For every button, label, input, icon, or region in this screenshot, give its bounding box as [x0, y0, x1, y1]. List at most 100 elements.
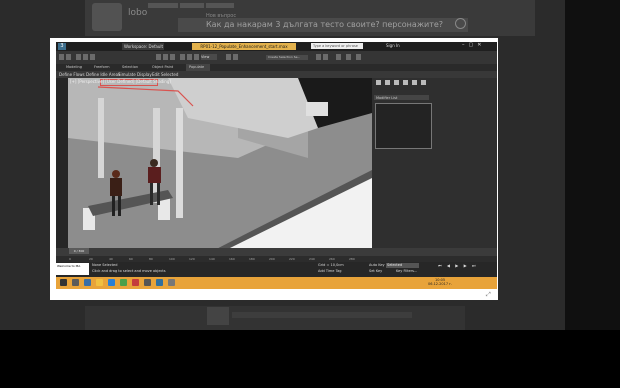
motion-tab-icon[interactable]: [403, 80, 408, 85]
maxscript-listener[interactable]: Welcome to MA: [56, 263, 89, 275]
display-button[interactable]: Display: [137, 72, 152, 77]
person-body: [110, 178, 122, 196]
add-time-tag-button[interactable]: Add Time Tag: [318, 269, 342, 273]
background-thumbnail: [207, 307, 229, 325]
perspective-viewport[interactable]: [68, 78, 372, 248]
ruler-tick: 120: [189, 257, 195, 261]
region-icon[interactable]: [170, 54, 175, 60]
expand-icon[interactable]: ⤢: [486, 291, 494, 298]
tab-populate[interactable]: Populate: [189, 65, 204, 69]
modifier-list-label: Modifier List: [376, 96, 398, 100]
ruler-tick: 80: [149, 257, 153, 261]
site-logo-text: lobo: [128, 8, 148, 18]
selection-set-select[interactable]: Create Selection Se...: [266, 55, 308, 60]
workspace-select[interactable]: Workspace: Default: [122, 43, 164, 50]
app-logo-icon[interactable]: 3: [58, 43, 66, 50]
taskbar-app-icon[interactable]: [84, 279, 91, 286]
material-editor-icon[interactable]: [336, 54, 341, 60]
background-bar: [232, 312, 412, 318]
ruler-tick: 160: [229, 257, 235, 261]
select-icon[interactable]: [156, 54, 161, 60]
define-flows-button[interactable]: Define Flows: [59, 72, 85, 77]
person-body: [148, 167, 161, 183]
ruler-tick: 20: [89, 257, 93, 261]
person-head: [112, 170, 120, 178]
person-leg: [150, 183, 153, 205]
display-tab-icon[interactable]: [412, 80, 417, 85]
unlink-icon[interactable]: [83, 54, 88, 60]
taskbar-app-icon[interactable]: [168, 279, 175, 286]
create-tab-icon[interactable]: [376, 80, 381, 85]
key-mode-select[interactable]: Selected: [386, 263, 419, 268]
bind-icon[interactable]: [90, 54, 95, 60]
ruler-tick: 60: [129, 257, 133, 261]
render-setup-icon[interactable]: [346, 54, 351, 60]
viewport-label[interactable]: [+] [Perspective] [User Defined] [Defaul…: [70, 79, 171, 84]
grid-readout: Grid = 10,0cm: [318, 263, 344, 267]
time-slider[interactable]: 0 / 300: [69, 248, 89, 254]
3dsmax-taskbar-icon[interactable]: [156, 279, 163, 286]
redo-icon[interactable]: [66, 54, 71, 60]
tab-object-paint[interactable]: Object Paint: [152, 65, 173, 69]
taskbar-app-icon[interactable]: [144, 279, 151, 286]
ruler-tick: 260: [329, 257, 335, 261]
playback-controls[interactable]: ⏮ ◀ ▶ ▶ ⏭: [438, 263, 478, 268]
mirror-icon[interactable]: [316, 54, 321, 60]
taskbar-app-icon[interactable]: [132, 279, 139, 286]
set-key-button[interactable]: Set Key: [369, 269, 382, 273]
background-question-label: Нов въпрос: [206, 13, 237, 19]
time-slider-track[interactable]: [56, 248, 497, 256]
ruler-tick: 200: [269, 257, 275, 261]
window-controls[interactable]: –▢✕: [462, 42, 485, 48]
ruler-tick: 140: [209, 257, 215, 261]
machine-box: [306, 102, 328, 116]
ruler-tick: 40: [109, 257, 113, 261]
align-icon[interactable]: [323, 54, 328, 60]
pillar: [176, 108, 183, 218]
tray-clock[interactable]: 10:05 06.12.2017 г.: [428, 278, 452, 286]
angle-snap-icon[interactable]: [233, 54, 238, 60]
auto-key-button[interactable]: Auto Key: [369, 263, 385, 267]
search-input[interactable]: Type a keyword or phrase: [311, 43, 363, 49]
snap-icon[interactable]: [226, 54, 231, 60]
tab-selection[interactable]: Selection: [122, 65, 138, 69]
background-nav-item: [180, 3, 204, 8]
link-icon[interactable]: [76, 54, 81, 60]
ruler-tick: 0: [69, 257, 71, 261]
define-idle-areas-button[interactable]: Define Idle Areas: [86, 72, 120, 77]
search-icon: [455, 18, 466, 29]
person-head: [150, 159, 158, 167]
utilities-tab-icon[interactable]: [421, 80, 426, 85]
tab-freeform[interactable]: Freeform: [94, 65, 110, 69]
folder-icon[interactable]: [96, 279, 103, 286]
ruler-tick: 100: [169, 257, 175, 261]
scale-icon[interactable]: [194, 54, 199, 60]
reference-coord-select[interactable]: View: [201, 54, 217, 60]
sign-in-link[interactable]: Sign In: [386, 43, 400, 48]
windows-start-icon[interactable]: [60, 279, 67, 286]
background-bottom-strip: [85, 306, 465, 330]
tab-modeling[interactable]: Modeling: [66, 65, 82, 69]
hierarchy-tab-icon[interactable]: [394, 80, 399, 85]
window-title: RP01-12_Populate_Enhancement_start.max: [192, 43, 296, 50]
modifier-stack[interactable]: [375, 103, 432, 149]
modify-tab-icon[interactable]: [385, 80, 390, 85]
ruler-tick: 240: [309, 257, 315, 261]
move-icon[interactable]: [180, 54, 185, 60]
select-name-icon[interactable]: [163, 54, 168, 60]
site-logo: [92, 3, 122, 31]
prompt-line: Click and drag to select and move object…: [92, 269, 166, 273]
ruler-tick: 280: [349, 257, 355, 261]
3dsmax-window: 3 Workspace: Default RP01-12_Populate_En…: [56, 42, 497, 289]
taskbar-app-icon[interactable]: [72, 279, 79, 286]
taskbar-app-icon[interactable]: [120, 279, 127, 286]
browser-icon[interactable]: [108, 279, 115, 286]
ruler-tick: 180: [249, 257, 255, 261]
background-nav-item: [206, 3, 234, 8]
render-icon[interactable]: [356, 54, 361, 60]
edit-selected-button[interactable]: Edit Selected: [152, 72, 178, 77]
key-filters-button[interactable]: Key Filters...: [396, 269, 417, 273]
simulate-button[interactable]: Simulate: [118, 72, 136, 77]
undo-icon[interactable]: [59, 54, 64, 60]
rotate-icon[interactable]: [187, 54, 192, 60]
